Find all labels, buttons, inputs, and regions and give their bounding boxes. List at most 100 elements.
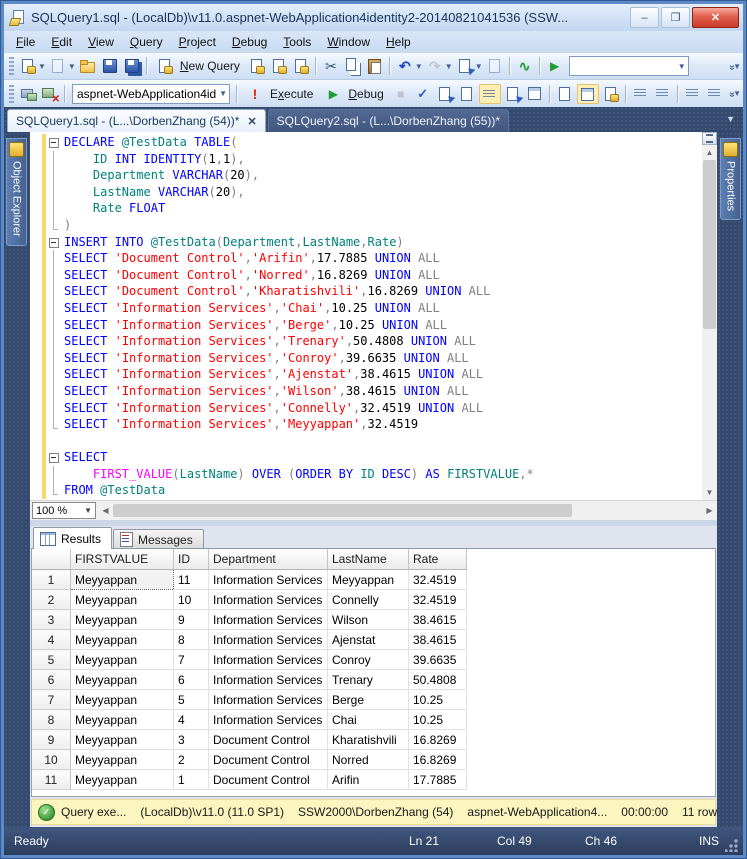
client-statistics-icon[interactable] — [525, 84, 545, 104]
tab-list-dropdown-icon[interactable]: ▼ — [726, 114, 735, 124]
data-cell[interactable]: Information Services — [209, 710, 328, 730]
code-line[interactable]: SELECT 'Document Control','Norred',16.82… — [30, 267, 702, 284]
data-cell[interactable]: Document Control — [209, 730, 328, 750]
data-cell[interactable]: Conroy — [328, 650, 409, 670]
editor-vertical-scrollbar[interactable]: ▲ ▼ — [702, 132, 717, 500]
estimated-plan-icon[interactable] — [435, 84, 455, 104]
toolbar-overflow-icon[interactable]: »▼ — [730, 88, 741, 99]
data-cell[interactable]: Wilson — [328, 610, 409, 630]
code-line[interactable]: FROM @TestData — [30, 482, 702, 499]
data-cell[interactable]: Meyyappan — [71, 730, 174, 750]
toolbar-grip[interactable] — [9, 57, 14, 75]
data-cell[interactable]: Information Services — [209, 590, 328, 610]
actual-plan-icon[interactable] — [503, 84, 523, 104]
column-header-lastname[interactable]: LastName — [328, 549, 409, 570]
data-cell[interactable]: 32.4519 — [409, 570, 467, 590]
row-number-cell[interactable]: 11 — [32, 770, 71, 790]
code-line[interactable] — [30, 433, 702, 450]
data-cell[interactable]: 3 — [174, 730, 209, 750]
data-cell[interactable]: Information Services — [209, 610, 328, 630]
code-line[interactable]: INSERT INTO @TestData(Department,LastNam… — [30, 234, 702, 251]
navigate-icon[interactable] — [455, 56, 475, 76]
data-cell[interactable]: Chai — [328, 710, 409, 730]
data-cell[interactable]: Meyyappan — [71, 750, 174, 770]
data-cell[interactable]: 1 — [174, 770, 209, 790]
change-connection-icon[interactable] — [40, 84, 60, 104]
database-combo[interactable]: aspnet-WebApplication4ide▼ — [72, 84, 230, 104]
code-line[interactable]: SELECT 'Information Services','Chai',10.… — [30, 300, 702, 317]
undo-icon[interactable]: ↶ — [395, 56, 415, 76]
code-line[interactable]: SELECT 'Information Services','Trenary',… — [30, 333, 702, 350]
execute-button[interactable]: !Execute — [241, 83, 319, 105]
data-cell[interactable]: 10.25 — [409, 710, 467, 730]
code-line[interactable]: Department VARCHAR(20), — [30, 167, 702, 184]
data-cell[interactable]: 10.25 — [409, 690, 467, 710]
data-cell[interactable]: 10 — [174, 590, 209, 610]
code-line[interactable]: SELECT 'Information Services','Ajenstat'… — [30, 366, 702, 383]
comment-icon[interactable] — [631, 84, 651, 104]
query-options-icon[interactable] — [457, 84, 477, 104]
new-xmla-query-icon[interactable] — [291, 56, 311, 76]
chevron-down-icon[interactable]: ▼ — [415, 62, 423, 71]
uncomment-icon[interactable] — [653, 84, 673, 104]
row-number-cell[interactable]: 3 — [32, 610, 71, 630]
row-number-cell[interactable]: 2 — [32, 590, 71, 610]
column-header-firstvalue[interactable]: FIRSTVALUE — [71, 549, 174, 570]
tab-results[interactable]: Results — [33, 527, 112, 549]
row-number-cell[interactable]: 9 — [32, 730, 71, 750]
intellisense-icon[interactable] — [479, 84, 501, 104]
row-number-cell[interactable]: 6 — [32, 670, 71, 690]
data-cell[interactable]: 17.7885 — [409, 770, 467, 790]
data-cell[interactable]: Information Services — [209, 650, 328, 670]
vscroll-track[interactable] — [702, 160, 717, 485]
code-line[interactable]: Rate FLOAT — [30, 200, 702, 217]
data-cell[interactable]: 38.4615 — [409, 630, 467, 650]
zoom-combo[interactable]: 100 %▼ — [32, 502, 96, 519]
data-cell[interactable]: Meyyappan — [71, 650, 174, 670]
scroll-up-icon[interactable]: ▲ — [702, 145, 717, 160]
data-cell[interactable]: Meyyappan — [71, 670, 174, 690]
copy-icon[interactable] — [343, 56, 363, 76]
code-line[interactable]: SELECT 'Information Services','Conroy',3… — [30, 350, 702, 367]
new-from-template-icon[interactable] — [18, 56, 38, 76]
connect-icon[interactable] — [18, 84, 38, 104]
menu-tools[interactable]: Tools — [275, 33, 319, 51]
object-explorer-tab[interactable]: Object Explorer — [6, 138, 27, 246]
data-cell[interactable]: Meyyappan — [71, 570, 174, 590]
code-line[interactable]: SELECT 'Information Services','Meyyappan… — [30, 416, 702, 433]
code-line[interactable]: SELECT 'Document Control','Arifin',17.78… — [30, 250, 702, 267]
chevron-down-icon[interactable]: ▼ — [475, 62, 483, 71]
scroll-down-icon[interactable]: ▼ — [702, 485, 717, 500]
data-cell[interactable]: Meyyappan — [71, 770, 174, 790]
split-editor-handle[interactable] — [702, 132, 717, 145]
increase-indent-icon[interactable] — [705, 84, 725, 104]
row-number-cell[interactable]: 8 — [32, 710, 71, 730]
hscroll-thumb[interactable] — [113, 504, 572, 517]
data-cell[interactable]: Trenary — [328, 670, 409, 690]
menu-query[interactable]: Query — [122, 33, 171, 51]
code-line[interactable]: SELECT 'Document Control','Kharatishvili… — [30, 283, 702, 300]
row-number-cell[interactable]: 4 — [32, 630, 71, 650]
collapse-region-icon[interactable] — [46, 449, 61, 466]
decrease-indent-icon[interactable] — [683, 84, 703, 104]
data-cell[interactable]: Information Services — [209, 670, 328, 690]
column-header-rate[interactable]: Rate — [409, 549, 467, 570]
paste-icon[interactable] — [365, 56, 385, 76]
toolbar-overflow-icon[interactable]: »▼ — [730, 61, 741, 72]
data-cell[interactable]: Connelly — [328, 590, 409, 610]
cut-icon[interactable]: ✂ — [321, 56, 341, 76]
row-number-cell[interactable]: 7 — [32, 690, 71, 710]
minimize-button[interactable]: – — [630, 7, 659, 28]
data-cell[interactable]: 7 — [174, 650, 209, 670]
column-header-department[interactable]: Department — [209, 549, 328, 570]
data-cell[interactable]: 5 — [174, 690, 209, 710]
data-cell[interactable]: 16.8269 — [409, 730, 467, 750]
code-line[interactable]: SELECT — [30, 449, 702, 466]
code-line[interactable]: LastName VARCHAR(20), — [30, 184, 702, 201]
data-cell[interactable]: 38.4615 — [409, 610, 467, 630]
close-tab-icon[interactable]: ✕ — [247, 115, 256, 128]
data-cell[interactable]: Kharatishvili — [328, 730, 409, 750]
open-file-icon[interactable] — [78, 56, 98, 76]
data-cell[interactable]: Meyyappan — [71, 710, 174, 730]
scroll-right-icon[interactable]: ▶ — [702, 506, 717, 515]
